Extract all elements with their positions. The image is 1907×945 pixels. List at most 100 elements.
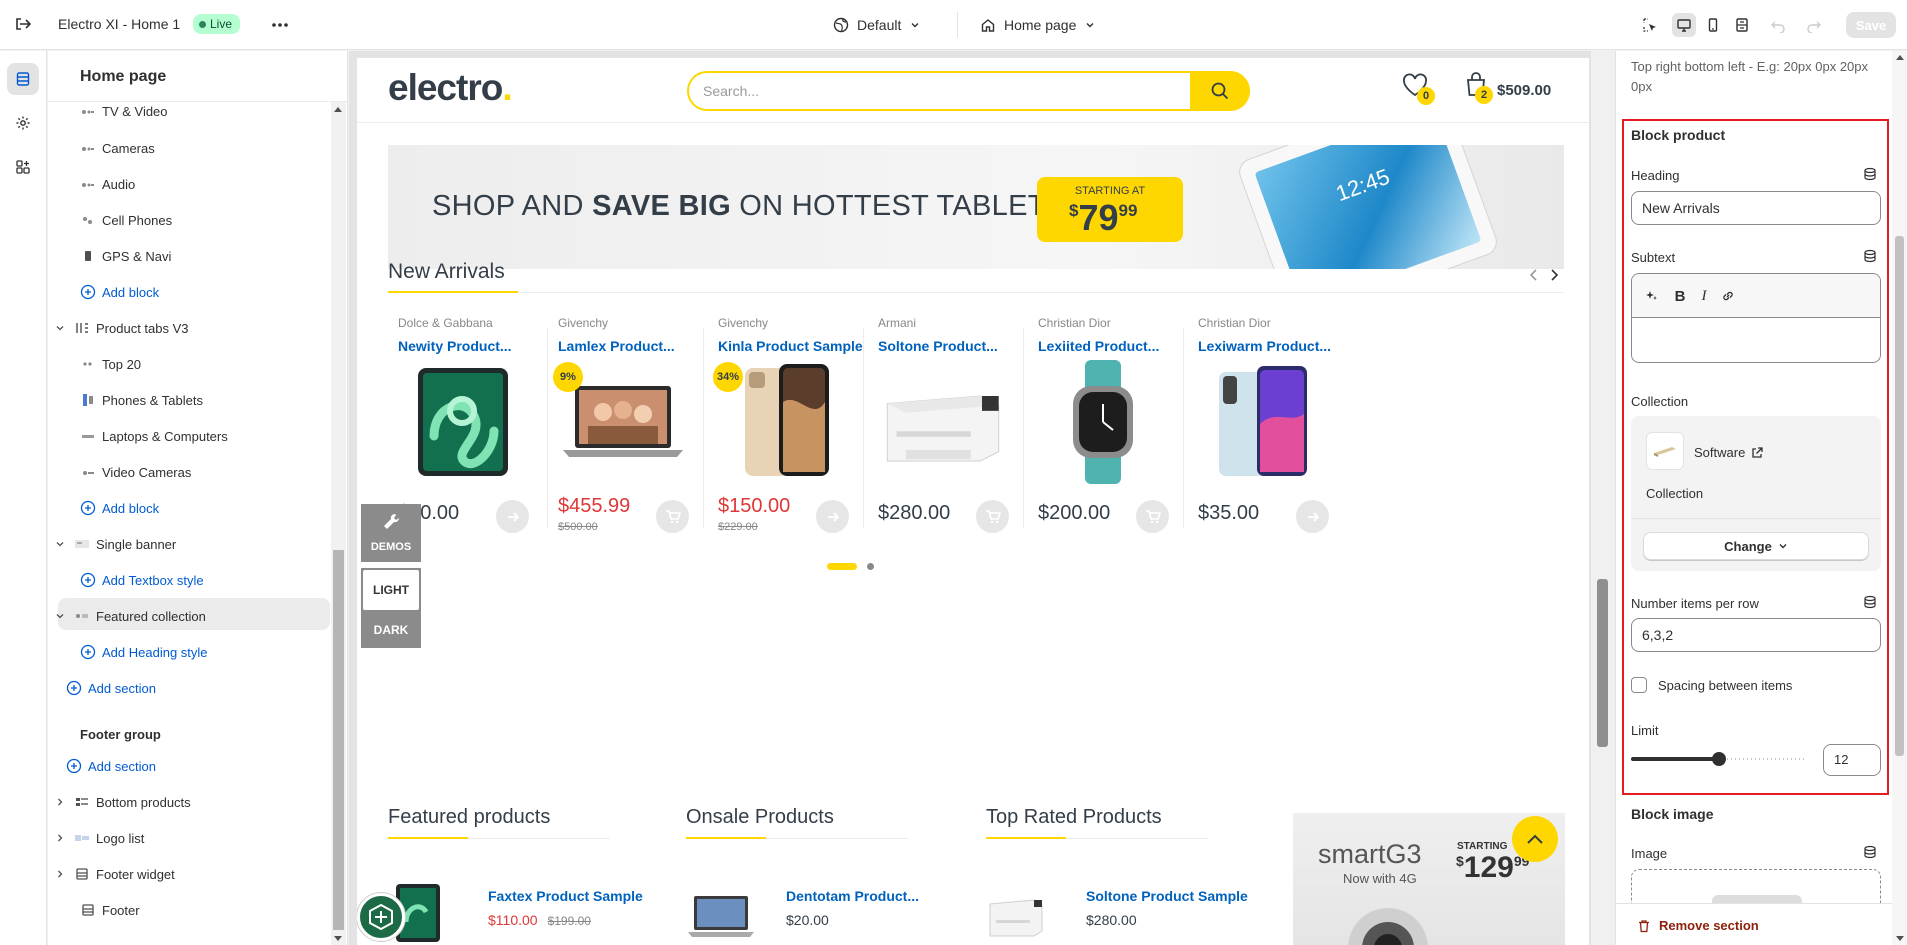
database-icon[interactable] [1863, 845, 1877, 859]
search-input[interactable] [703, 81, 1083, 101]
fullwidth-view-icon[interactable] [1730, 13, 1754, 37]
support-badge-icon[interactable] [357, 893, 405, 941]
dark-mode-button[interactable]: DARK [363, 616, 419, 644]
tree-section-footer-widget[interactable]: Footer widget [52, 859, 175, 889]
tree-section-footer[interactable]: Footer [80, 895, 140, 925]
external-link-icon[interactable] [1751, 446, 1763, 459]
product-card[interactable]: Christian Dior Lexiwarm Product... $35.0… [1181, 310, 1343, 550]
chevron-down-icon[interactable] [52, 608, 68, 624]
product-name[interactable]: Soltone Product Sample [1086, 888, 1248, 904]
store-logo[interactable]: electro. [388, 67, 513, 109]
tree-block-cameras[interactable]: Cameras [80, 133, 155, 163]
light-mode-button[interactable]: LIGHT [363, 570, 419, 610]
add-heading-style-button[interactable]: Add Heading style [80, 637, 208, 667]
scroll-down-icon[interactable] [1896, 936, 1904, 941]
chevron-right-icon[interactable] [52, 794, 68, 810]
exit-icon[interactable] [12, 13, 34, 35]
settings-scrollbar[interactable] [1892, 51, 1907, 945]
pagination-dot[interactable] [867, 563, 874, 570]
carousel-prev-icon[interactable] [1527, 267, 1541, 283]
product-card[interactable]: Givenchy Lamlex Product... 9% $455.99 $5… [541, 310, 703, 550]
product-name[interactable]: Lexiwarm Product... [1198, 338, 1331, 354]
printer-icon[interactable] [878, 364, 1008, 479]
chevron-down-icon[interactable] [52, 536, 68, 552]
italic-icon[interactable]: I [1694, 286, 1714, 306]
tree-section-single-banner[interactable]: Single banner [52, 529, 176, 559]
add-to-cart-icon[interactable] [816, 500, 849, 533]
undo-icon[interactable] [1766, 13, 1790, 37]
product-name[interactable]: Kinla Product Sample [718, 338, 863, 354]
collection-name[interactable]: Software [1694, 445, 1763, 460]
chevron-right-icon[interactable] [52, 866, 68, 882]
add-block-button[interactable]: Add block [80, 277, 159, 307]
phone-icon[interactable] [1198, 364, 1328, 479]
apps-icon[interactable] [7, 151, 39, 183]
database-icon[interactable] [1863, 595, 1877, 609]
tree-block-top-20[interactable]: Top 20 [80, 349, 141, 379]
search-button[interactable] [1190, 71, 1250, 111]
redo-icon[interactable] [1802, 13, 1826, 37]
product-card[interactable]: Givenchy Kinla Product Sample 34% $150.0… [701, 310, 863, 550]
mobile-view-icon[interactable] [1701, 13, 1725, 37]
tree-section-bottom-products[interactable]: Bottom products [52, 787, 191, 817]
add-block-button[interactable]: Add block [80, 493, 159, 523]
items-per-row-input[interactable]: 6,3,2 [1631, 618, 1881, 652]
spacing-checkbox[interactable] [1631, 677, 1647, 693]
add-to-cart-icon[interactable] [1136, 500, 1169, 533]
add-textbox-style-button[interactable]: Add Textbox style [80, 565, 204, 595]
add-to-cart-icon[interactable] [1296, 500, 1329, 533]
tree-block-laptops-computers[interactable]: Laptops & Computers [80, 421, 228, 451]
sections-icon[interactable] [7, 63, 39, 95]
change-collection-button[interactable]: Change [1643, 532, 1869, 560]
settings-gear-icon[interactable] [7, 107, 39, 139]
tree-section-product-tabs-v3[interactable]: Product tabs V3 [52, 313, 189, 343]
product-name[interactable]: Soltone Product... [878, 338, 998, 354]
database-icon[interactable] [1863, 249, 1877, 263]
add-to-cart-icon[interactable] [656, 500, 689, 533]
product-name[interactable]: Faxtex Product Sample [488, 888, 643, 904]
remove-section-button[interactable]: Remove section [1637, 918, 1759, 933]
carousel-next-icon[interactable] [1547, 267, 1561, 283]
scroll-to-top-button[interactable] [1512, 816, 1558, 862]
scroll-up-icon[interactable] [334, 107, 342, 112]
chevron-right-icon[interactable] [52, 830, 68, 846]
limit-slider[interactable] [1631, 751, 1806, 767]
product-name[interactable]: Lamlex Product... [558, 338, 675, 354]
pagination-dot-active[interactable] [827, 563, 857, 570]
tree-scrollbar[interactable] [331, 102, 346, 945]
desktop-view-icon[interactable] [1672, 13, 1696, 37]
watch-icon[interactable] [1038, 359, 1168, 484]
wishlist-icon[interactable]: 0 [1401, 72, 1435, 105]
product-name[interactable]: Newity Product... [398, 338, 512, 354]
scrollbar-thumb[interactable] [1597, 579, 1608, 747]
page-selector[interactable]: Home page [980, 14, 1096, 36]
scroll-down-icon[interactable] [334, 936, 342, 941]
bold-icon[interactable]: B [1670, 286, 1690, 306]
link-icon[interactable] [1718, 286, 1738, 306]
chevron-down-icon[interactable] [52, 320, 68, 336]
tree-block-phones-tablets[interactable]: Phones & Tablets [80, 385, 203, 415]
theme-selector[interactable]: Default [833, 14, 921, 36]
save-button[interactable]: Save [1846, 12, 1896, 38]
scroll-up-icon[interactable] [1896, 55, 1904, 60]
tree-block-gps-navi[interactable]: GPS & Navi [80, 241, 171, 271]
limit-input[interactable]: 12 [1823, 744, 1881, 776]
database-icon[interactable] [1863, 167, 1877, 181]
tree-block-tv-video[interactable]: TV & Video [80, 96, 168, 126]
footer-add-section-button[interactable]: Add section [66, 751, 156, 781]
product-card[interactable]: Christian Dior Lexiited Product... $200.… [1021, 310, 1183, 550]
inspector-icon[interactable] [1638, 13, 1662, 37]
tree-block-audio[interactable]: Audio [80, 169, 135, 199]
product-name[interactable]: Dentotam Product... [786, 888, 919, 904]
demos-button[interactable]: DEMOS [361, 504, 421, 562]
add-to-cart-icon[interactable] [496, 500, 529, 533]
tablet-icon[interactable] [398, 364, 528, 479]
tree-block-video-cameras[interactable]: Video Cameras [80, 457, 191, 487]
product-card[interactable]: Armani Soltone Product... $280.00 [861, 310, 1023, 550]
tree-section-logo-list[interactable]: Logo list [52, 823, 144, 853]
slider-handle[interactable] [1711, 752, 1726, 766]
scrollbar-thumb[interactable] [333, 550, 344, 930]
preview-scrollbar[interactable] [1591, 51, 1615, 945]
cart-icon[interactable]: 2 [1463, 71, 1493, 104]
add-to-cart-icon[interactable] [976, 500, 1009, 533]
